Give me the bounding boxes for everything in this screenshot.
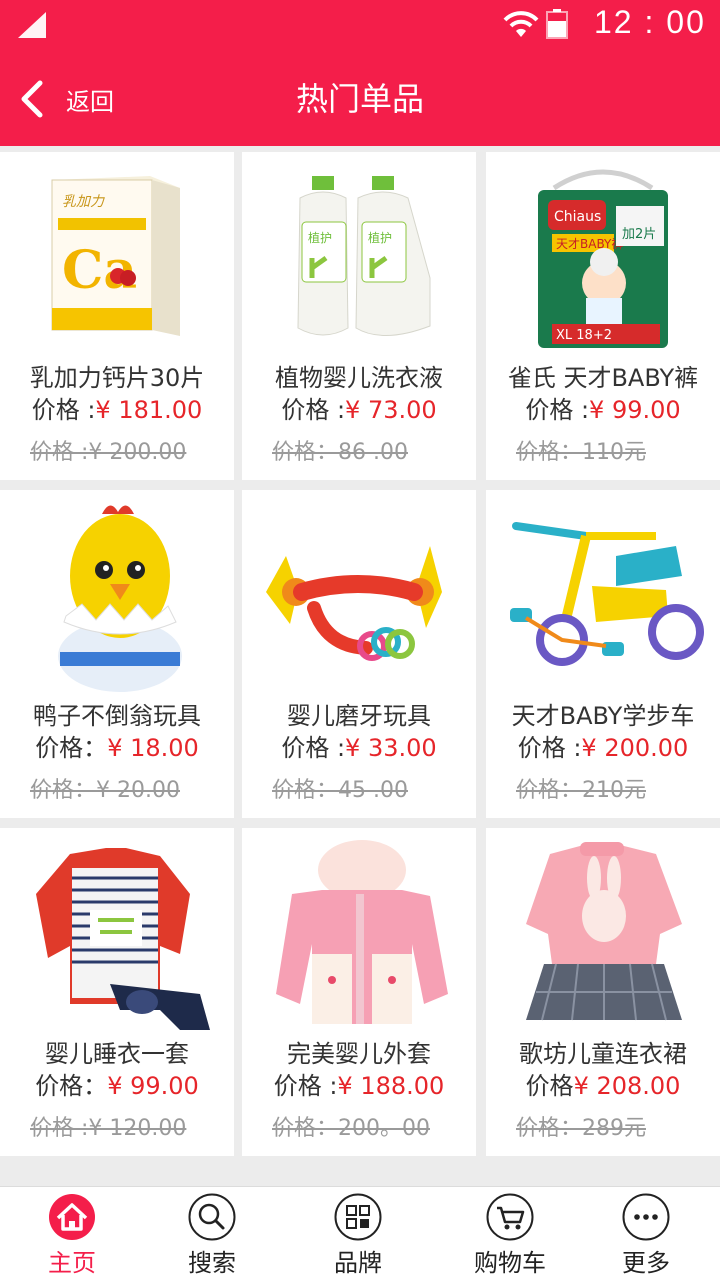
product-image: 植护 植护 [297,176,431,337]
svg-text:天才BABY裤: 天才BABY裤 [556,237,623,251]
price-value: ¥ 181.00 [95,396,203,424]
product-card[interactable]: 植护 植护 植物婴儿洗衣液 价格 :¥ 73.00 价格：86 .00 [242,152,476,480]
price-value: ¥ 200.00 [581,734,689,762]
product-price: 价格¥ 208.00 [486,1066,720,1101]
price-label: 价格 : [281,396,346,424]
product-image [36,848,210,1030]
product-card[interactable]: 天才BABY学步车 价格 :¥ 200.00 价格：210元 [486,490,720,818]
product-name: 婴儿磨牙玩具 [287,702,431,730]
product-image: Chiaus 天才BABY裤 加2片 XL 18+2 [538,169,668,348]
tab-label: 更多 [622,1249,670,1277]
product-price: 价格 :¥ 181.00 [0,390,234,425]
tab-label: 品牌 [334,1249,382,1277]
signal-icon [18,12,46,38]
original-price: 价格 :¥ 120.00 [30,1116,187,1141]
battery-icon [546,9,568,39]
svg-text:加2片: 加2片 [622,227,656,242]
product-name: 雀氏 天才BABY裤 [507,364,699,392]
original-price: 价格：110元 [516,440,646,465]
original-price: 价格：86 .00 [272,440,408,465]
svg-text:植护: 植护 [368,230,392,245]
product-price: 价格：¥ 18.00 [0,728,234,763]
svg-text:乳加力: 乳加力 [62,194,105,210]
tab-label: 搜索 [188,1249,236,1277]
product-card[interactable]: 婴儿睡衣一套 价格：¥ 99.00 价格 :¥ 120.00 [0,828,234,1156]
brand-grid-icon [334,1193,382,1241]
svg-text:Chiaus: Chiaus [554,209,601,225]
price-value: ¥ 18.00 [107,734,199,762]
price-value: ¥ 208.00 [573,1072,681,1100]
product-card[interactable]: Ca 乳加力 乳加力钙片30片 价格 :¥ 181.00 价格 :¥ 200.0… [0,152,234,480]
product-name: 植物婴儿洗衣液 [275,364,443,392]
tab-label: 主页 [48,1249,96,1277]
tab-more[interactable]: 更多 [574,1193,718,1279]
status-bar: 12 : 00 [0,0,720,50]
product-image [276,840,448,1024]
product-image [510,522,704,666]
original-price: 价格：210元 [516,778,646,803]
svg-text:植护: 植护 [308,230,332,245]
price-value: ¥ 99.00 [107,1072,199,1100]
product-card[interactable]: 完美婴儿外套 价格 :¥ 188.00 价格：200。00 [242,828,476,1156]
product-price: 价格 :¥ 33.00 [242,728,476,763]
price-label: 价格 : [31,396,96,424]
product-image: Ca 乳加力 [51,176,180,336]
price-value: ¥ 99.00 [589,396,681,424]
product-image [526,842,682,1021]
cart-icon [486,1193,534,1241]
tab-home[interactable]: 主页 [0,1193,144,1279]
home-icon [49,1194,95,1240]
svg-text:XL 18+2: XL 18+2 [556,328,612,343]
product-card[interactable]: 歌坊儿童连衣裙 价格¥ 208.00 价格：289元 [486,828,720,1156]
search-icon [188,1193,236,1241]
price-value: ¥ 188.00 [337,1072,445,1100]
more-icon [622,1193,670,1241]
product-card[interactable]: Chiaus 天才BABY裤 加2片 XL 18+2 雀氏 天才BABY裤 价格… [486,152,720,480]
product-card[interactable]: 鸭子不倒翁玩具 价格：¥ 18.00 价格：¥ 20.00 [0,490,234,818]
original-price: 价格：¥ 20.00 [30,778,180,803]
app-header: 12 : 00 返回 热门单品 [0,0,720,146]
price-label: 价格 : [273,1072,338,1100]
wifi-icon [503,11,539,37]
product-image [266,546,442,661]
tab-label: 购物车 [474,1249,546,1277]
price-label: 价格： [35,1072,108,1100]
product-price: 价格 :¥ 73.00 [242,390,476,425]
price-label: 价格： [35,734,108,762]
page-title: 热门单品 [295,80,424,118]
product-price: 价格 :¥ 200.00 [486,728,720,763]
product-price: 价格 :¥ 99.00 [486,390,720,425]
original-price: 价格 :¥ 200.00 [30,440,187,465]
original-price: 价格：45 .00 [272,778,408,803]
product-name: 婴儿睡衣一套 [45,1040,189,1068]
product-name: 歌坊儿童连衣裙 [519,1040,687,1068]
price-value: ¥ 33.00 [345,734,437,762]
price-label: 价格 : [281,734,346,762]
price-value: ¥ 73.00 [345,396,437,424]
product-price: 价格 :¥ 188.00 [242,1066,476,1101]
product-name: 鸭子不倒翁玩具 [33,702,201,730]
price-label: 价格 : [517,734,582,762]
price-label: 价格 : [525,396,590,424]
product-price: 价格：¥ 99.00 [0,1066,234,1101]
product-name: 天才BABY学步车 [511,702,695,730]
product-image [58,505,182,692]
original-price: 价格：289元 [516,1116,646,1141]
product-card[interactable]: 婴儿磨牙玩具 价格 :¥ 33.00 价格：45 .00 [242,490,476,818]
product-name: 乳加力钙片30片 [29,364,205,392]
clock: 12 : 00 [594,4,706,40]
bottom-tab-bar: 主页 搜索 品牌 购物车 更多 [0,1186,720,1280]
product-name: 完美婴儿外套 [287,1040,431,1068]
tab-brand[interactable]: 品牌 [286,1193,430,1279]
original-price: 价格：200。00 [272,1116,430,1141]
tab-search[interactable]: 搜索 [140,1193,284,1279]
tab-cart[interactable]: 购物车 [438,1193,582,1279]
price-label: 价格 [525,1072,574,1100]
